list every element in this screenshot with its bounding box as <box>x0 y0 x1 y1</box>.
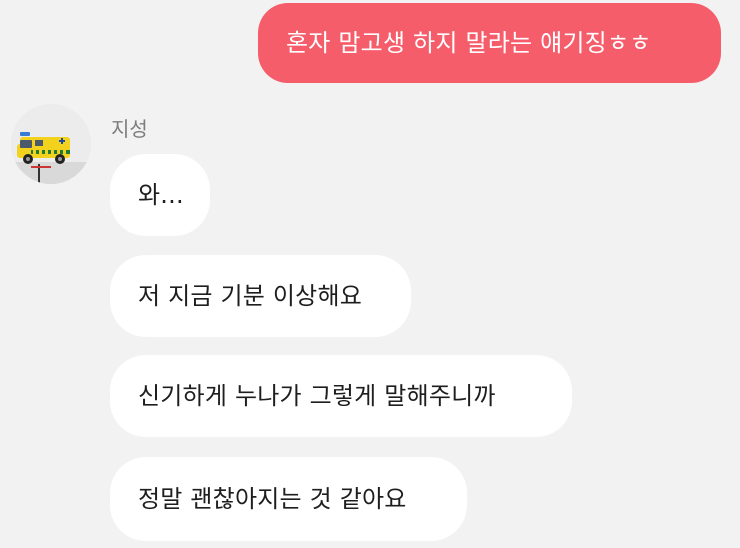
incoming-message-bubble[interactable]: 저 지금 기분 이상해요 <box>110 255 411 337</box>
incoming-message-bubble[interactable]: 신기하게 누나가 그렇게 말해주니까 <box>110 355 572 437</box>
message-text: 신기하게 누나가 그렇게 말해주니까 <box>138 382 496 410</box>
message-text: 정말 괜찮아지는 것 같아요 <box>138 485 407 513</box>
outgoing-message-bubble[interactable]: 혼자 맘고생 하지 말라는 얘기징ㅎㅎ <box>258 3 721 83</box>
chat-view: 혼자 맘고생 하지 말라는 얘기징ㅎㅎ 지성 와... 저 지금 기분 이상해요… <box>0 0 740 548</box>
sender-name: 지성 <box>111 117 148 141</box>
message-text: 혼자 맘고생 하지 말라는 얘기징ㅎㅎ <box>286 29 652 57</box>
message-text: 와... <box>138 181 184 209</box>
ambulance-avatar-icon[interactable] <box>11 104 91 184</box>
incoming-message-bubble[interactable]: 정말 괜찮아지는 것 같아요 <box>110 457 467 541</box>
message-text: 저 지금 기분 이상해요 <box>138 282 363 310</box>
incoming-message-bubble[interactable]: 와... <box>110 154 210 236</box>
